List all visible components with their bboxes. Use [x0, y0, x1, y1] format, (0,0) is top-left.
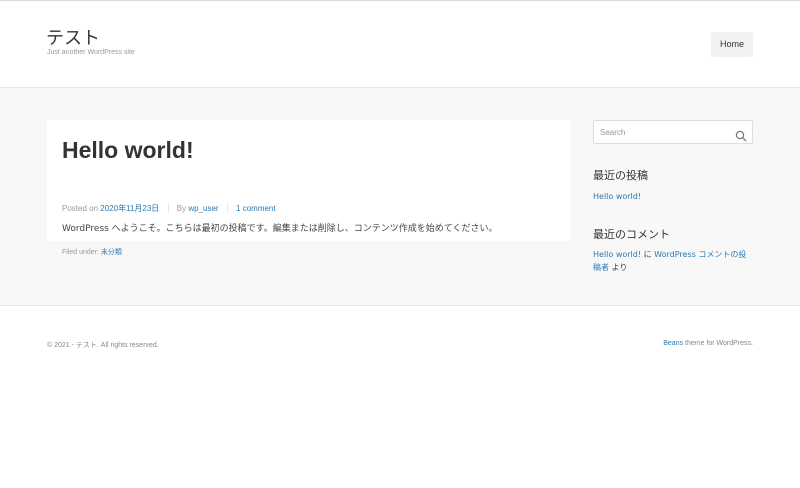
- recent-comment-item-cont: 稿者 より: [593, 262, 627, 274]
- post-comments-link[interactable]: 1 comment: [236, 204, 276, 213]
- post-card: Hello world! Posted on 2020年11月23日 By wp…: [47, 120, 571, 256]
- beans-link[interactable]: Beans: [663, 340, 683, 347]
- credit-text: theme for WordPress.: [685, 340, 753, 347]
- post-author-link[interactable]: wp_user: [188, 204, 218, 213]
- main-content: Hello world! Posted on 2020年11月23日 By wp…: [0, 88, 800, 306]
- filed-under-label: Filed under:: [62, 249, 99, 256]
- site-footer: © 2021 - テスト. All rights reserved. Beans…: [0, 307, 800, 488]
- site-tagline: Just another WordPress site: [47, 49, 135, 56]
- search-icon[interactable]: [735, 127, 747, 142]
- theme-credit: Beans theme for WordPress.: [663, 340, 753, 347]
- post-body: WordPress へようこそ。こちらは最初の投稿です。編集または削除し、コンテ…: [62, 224, 498, 234]
- site-header: テスト Just another WordPress site Home: [0, 1, 800, 88]
- comment-author-link-cont[interactable]: 稿者: [593, 263, 609, 272]
- recent-comment-item: Hello world! に WordPress コメントの投: [593, 249, 746, 261]
- recent-comments-title: 最近のコメント: [593, 228, 670, 241]
- search-box: [593, 120, 753, 144]
- meta-divider: [226, 203, 228, 212]
- post-meta: Posted on 2020年11月23日 By wp_user 1 comme…: [62, 203, 276, 214]
- comment-connector: に: [643, 250, 652, 259]
- comment-post-link[interactable]: Hello world!: [593, 250, 641, 259]
- post-category: Filed under: 未分類: [62, 247, 122, 257]
- nav-home-button[interactable]: Home: [711, 32, 753, 57]
- site-title[interactable]: テスト: [46, 29, 100, 49]
- comment-suffix: より: [611, 263, 628, 272]
- category-link[interactable]: 未分類: [101, 249, 122, 256]
- meta-divider: [167, 203, 169, 212]
- post-date-link[interactable]: 2020年11月23日: [100, 204, 159, 213]
- copyright-text: © 2021 - テスト. All rights reserved.: [47, 342, 159, 349]
- comment-author-link[interactable]: WordPress コメントの投: [654, 250, 746, 259]
- by-label: By: [176, 204, 187, 213]
- recent-posts-title: 最近の投稿: [593, 169, 648, 182]
- search-input[interactable]: [600, 121, 730, 143]
- posted-on-label: Posted on: [62, 204, 99, 213]
- recent-post-link[interactable]: Hello world!: [593, 192, 641, 201]
- post-title[interactable]: Hello world!: [62, 137, 194, 163]
